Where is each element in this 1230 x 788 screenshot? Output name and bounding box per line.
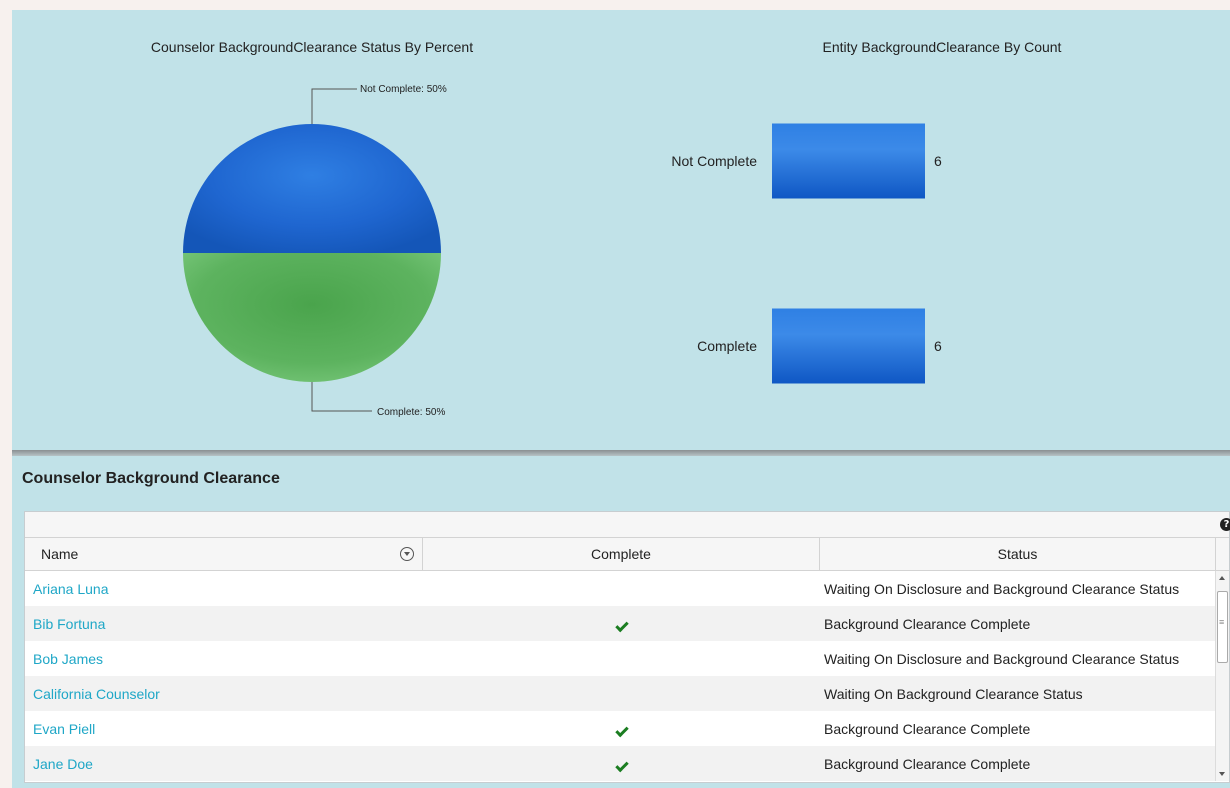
counselor-grid: ? Name Complete Status Ariana Luna Waitin… xyxy=(24,511,1230,783)
grid-title: Counselor Background Clearance xyxy=(22,470,280,487)
cell-complete xyxy=(423,756,820,772)
cell-status: Waiting On Disclosure and Background Cle… xyxy=(824,650,1180,667)
scroll-up-icon[interactable] xyxy=(1219,576,1225,580)
counselor-name-link[interactable]: Evan Piell xyxy=(33,721,95,737)
bar-complete[interactable] xyxy=(772,308,925,384)
bar-value-label: 6 xyxy=(934,153,942,169)
counselor-name-link[interactable]: Ariana Luna xyxy=(33,581,109,597)
cell-status: Waiting On Background Clearance Status xyxy=(824,685,1083,702)
column-header-complete[interactable]: Complete xyxy=(423,538,820,570)
cell-complete xyxy=(423,616,820,632)
column-header-name-label: Name xyxy=(41,546,79,562)
cell-status: Background Clearance Complete xyxy=(824,720,1031,737)
counselor-name-link[interactable]: Jane Doe xyxy=(33,756,93,772)
grid-header: Name Complete Status xyxy=(25,538,1229,571)
cell-status: Waiting On Disclosure and Background Cle… xyxy=(824,580,1180,597)
charts-panel: Counselor BackgroundClearance Status By … xyxy=(12,10,1230,450)
cell-complete xyxy=(423,721,820,737)
counselor-name-link[interactable]: Bob James xyxy=(33,651,103,667)
header-scroll-spacer xyxy=(1216,538,1229,570)
cell-name: Bib Fortuna xyxy=(25,616,423,632)
table-row[interactable]: Evan Piell Background Clearance Complete xyxy=(25,711,1229,746)
cell-name: Evan Piell xyxy=(25,721,423,737)
pie-slice-complete[interactable] xyxy=(183,253,441,382)
table-row[interactable]: California Counselor Waiting On Backgroun… xyxy=(25,676,1229,711)
cell-name: Ariana Luna xyxy=(25,581,423,597)
column-header-name[interactable]: Name xyxy=(25,538,423,570)
bar-category-label: Complete xyxy=(697,338,757,354)
scroll-thumb[interactable] xyxy=(1217,591,1228,663)
check-icon xyxy=(614,723,629,737)
bar-category-label: Not Complete xyxy=(671,153,757,169)
scroll-down-icon[interactable] xyxy=(1219,772,1225,776)
bar-value-label: 6 xyxy=(934,338,942,354)
column-header-status[interactable]: Status xyxy=(820,538,1216,570)
leader-line-complete xyxy=(311,382,372,412)
table-row[interactable]: Jane Doe Background Clearance Complete xyxy=(25,746,1229,781)
grid-panel: Counselor Background Clearance ? Name Co… xyxy=(12,456,1230,788)
cell-status: Background Clearance Complete xyxy=(824,755,1031,772)
pie-chart: Not Complete: 50% Complete: 50% xyxy=(183,84,447,418)
check-icon xyxy=(614,758,629,772)
grid-toolbar: ? xyxy=(25,512,1230,538)
cell-name: Jane Doe xyxy=(25,756,423,772)
table-row[interactable]: Ariana Luna Waiting On Disclosure and Bac… xyxy=(25,571,1229,606)
table-row[interactable]: Bib Fortuna Background Clearance Complete xyxy=(25,606,1229,641)
bar-not-complete[interactable] xyxy=(772,123,925,199)
pie-slice-not-complete[interactable] xyxy=(183,124,441,253)
pie-chart-title: Counselor BackgroundClearance Status By … xyxy=(151,39,473,55)
bar-chart-title: Entity BackgroundClearance By Count xyxy=(823,39,1062,55)
cell-name: California Counselor xyxy=(25,686,423,702)
table-row[interactable]: Bob James Waiting On Disclosure and Backg… xyxy=(25,641,1229,676)
vertical-scrollbar[interactable] xyxy=(1215,571,1229,781)
cell-status: Background Clearance Complete xyxy=(824,615,1031,632)
charts-svg: Counselor BackgroundClearance Status By … xyxy=(151,39,1062,418)
counselor-name-link[interactable]: Bib Fortuna xyxy=(33,616,105,632)
cell-name: Bob James xyxy=(25,651,423,667)
pie-label-complete: Complete: 50% xyxy=(377,407,445,418)
bar-chart: Not Complete 6 Complete 6 xyxy=(671,123,942,384)
grid-body: Ariana Luna Waiting On Disclosure and Bac… xyxy=(25,571,1229,781)
pie-label-not-complete: Not Complete: 50% xyxy=(360,84,447,95)
check-icon xyxy=(614,618,629,632)
filter-icon[interactable] xyxy=(400,547,414,561)
counselor-name-link[interactable]: California Counselor xyxy=(33,686,160,702)
help-icon[interactable]: ? xyxy=(1220,518,1230,531)
leader-line-not-complete xyxy=(311,88,357,124)
